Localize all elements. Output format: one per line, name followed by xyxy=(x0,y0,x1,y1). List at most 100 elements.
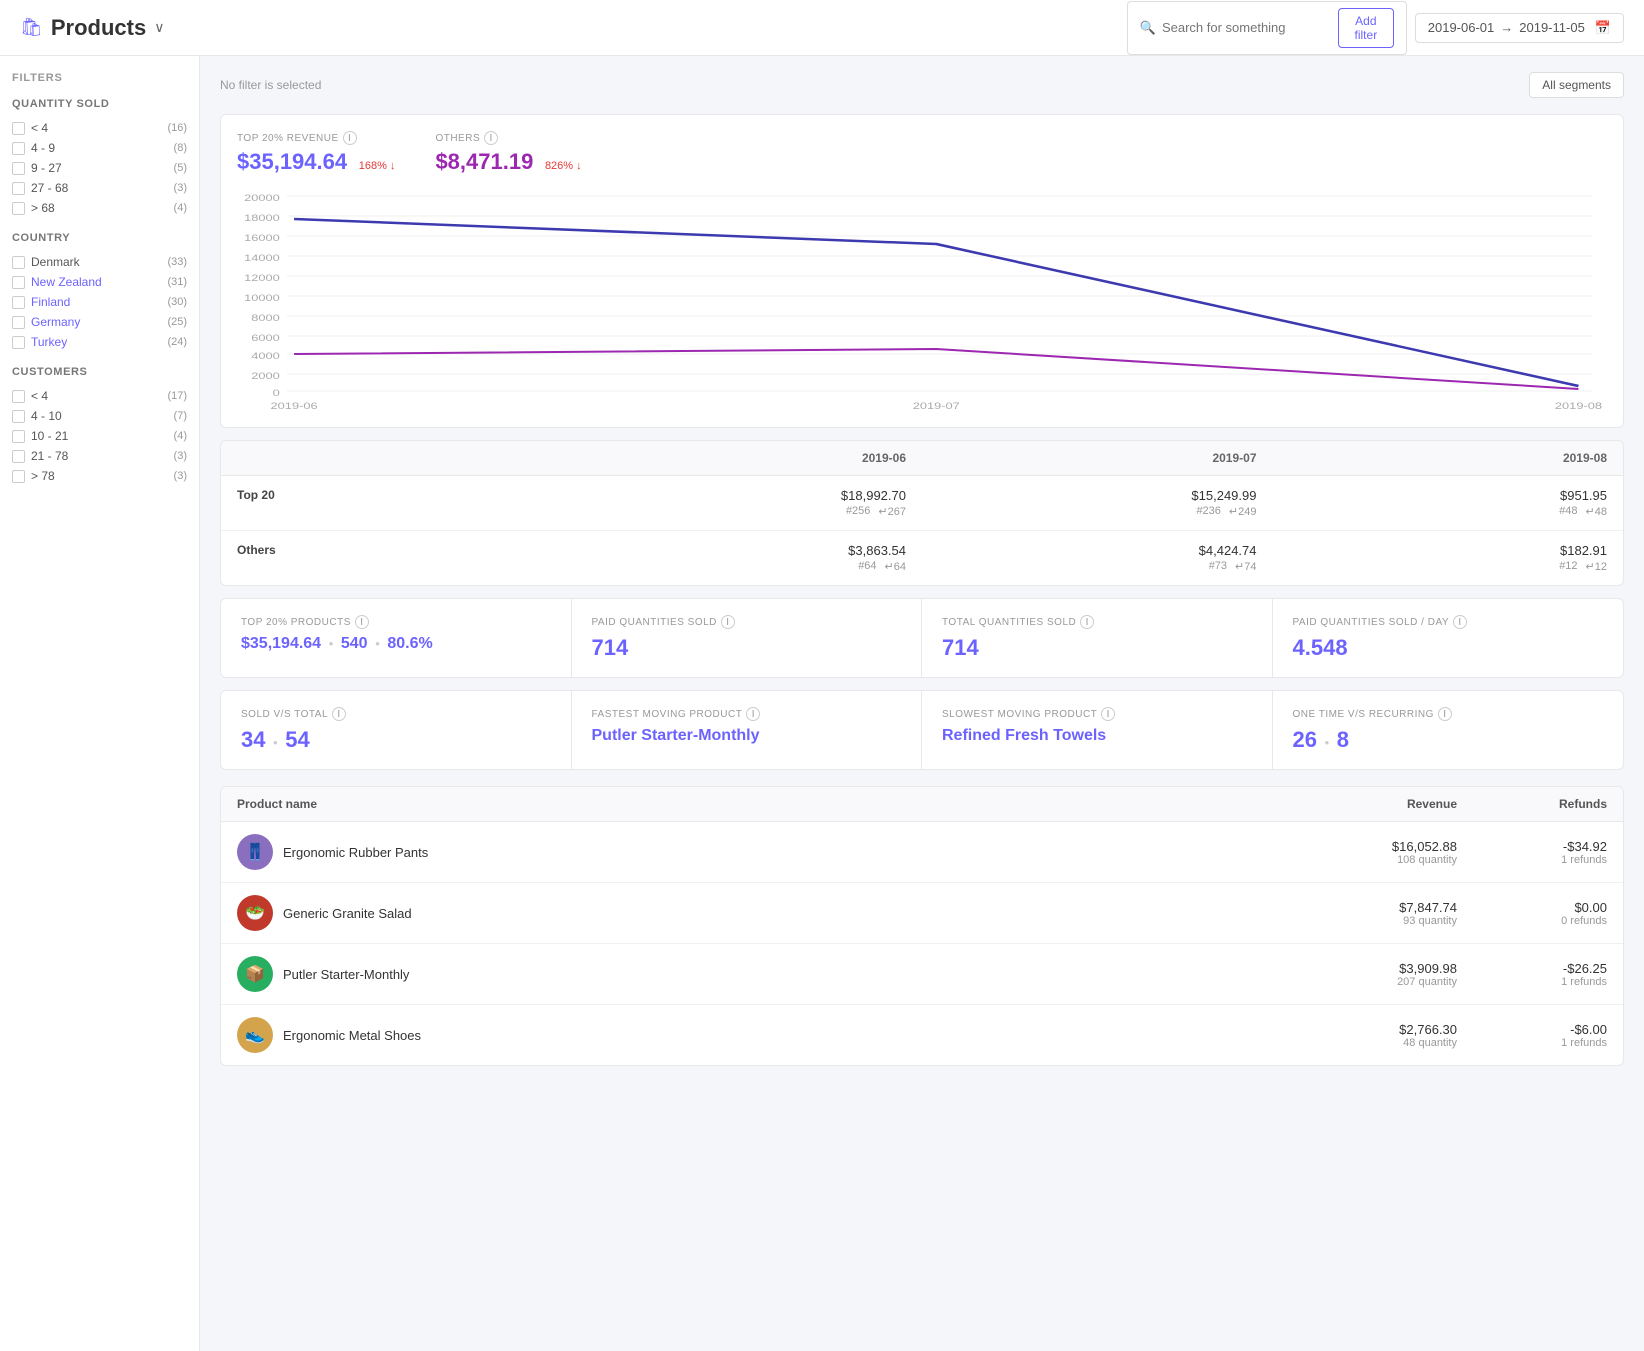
list-item[interactable]: Denmark (33) xyxy=(12,252,187,272)
list-item[interactable]: 9 - 27 (5) xyxy=(12,158,187,178)
svg-text:6000: 6000 xyxy=(251,334,280,344)
td-c3: $182.91 #12 ↵12 xyxy=(1273,531,1624,585)
filter-item-left: 4 - 10 xyxy=(12,409,62,423)
sold-vs-total-info[interactable]: i xyxy=(332,707,346,721)
stat-total-qty: TOTAL QUANTITIES SOLD i 714 xyxy=(922,599,1273,677)
list-item[interactable]: Finland (30) xyxy=(12,292,187,312)
filter-checkbox[interactable] xyxy=(12,316,25,329)
slowest-info[interactable]: i xyxy=(1101,707,1115,721)
list-item[interactable]: 21 - 78 (3) xyxy=(12,446,187,466)
filter-label: 27 - 68 xyxy=(31,181,68,195)
sold-vs-total-value1: 34 xyxy=(241,727,265,752)
td-c3-sub: #48 ↵48 xyxy=(1289,505,1608,518)
list-item[interactable]: > 68 (4) xyxy=(12,198,187,218)
filter-checkbox[interactable] xyxy=(12,296,25,309)
revenue-qty: 207 quantity xyxy=(1257,976,1457,988)
list-item[interactable]: 27 - 68 (3) xyxy=(12,178,187,198)
table-row: Others $3,863.54 #64 ↵64 $4,424.74 #73 ↵… xyxy=(221,531,1623,585)
top20-products-info[interactable]: i xyxy=(355,615,369,629)
list-item[interactable]: < 4 (16) xyxy=(12,118,187,138)
chevron-down-icon[interactable]: ∨ xyxy=(154,19,164,36)
refund-value: -$34.92 xyxy=(1457,839,1607,854)
chart-svg: 20000 18000 16000 14000 12000 10000 8000… xyxy=(237,191,1607,411)
others-label: OTHERS xyxy=(435,133,480,144)
filter-checkbox[interactable] xyxy=(12,450,25,463)
filter-checkbox[interactable] xyxy=(12,202,25,215)
filter-count: (7) xyxy=(174,410,187,422)
td-c1: $3,863.54 #64 ↵64 xyxy=(572,531,923,585)
filter-checkbox[interactable] xyxy=(12,410,25,423)
filter-checkbox[interactable] xyxy=(12,430,25,443)
date-end: 2019-11-05 xyxy=(1519,20,1585,35)
filter-checkbox[interactable] xyxy=(12,182,25,195)
product-info: 👟 Ergonomic Metal Shoes xyxy=(237,1017,1257,1053)
others-info-icon[interactable]: i xyxy=(484,131,498,145)
add-filter-button[interactable]: Add filter xyxy=(1338,8,1394,48)
total-qty-info[interactable]: i xyxy=(1080,615,1094,629)
th-col1: 2019-06 xyxy=(572,441,923,475)
list-item[interactable]: 4 - 9 (8) xyxy=(12,138,187,158)
list-item[interactable]: > 78 (3) xyxy=(12,466,187,486)
search-box[interactable]: 🔍 Add filter xyxy=(1127,1,1407,55)
product-refunds: -$6.00 1 refunds xyxy=(1457,1022,1607,1049)
filter-checkbox[interactable] xyxy=(12,142,25,155)
filter-checkbox[interactable] xyxy=(12,470,25,483)
revenue-value: $7,847.74 xyxy=(1257,900,1457,915)
one-time-info[interactable]: i xyxy=(1438,707,1452,721)
product-revenue: $2,766.30 48 quantity xyxy=(1257,1022,1457,1049)
revenue-qty: 108 quantity xyxy=(1257,854,1457,866)
top20-products-value1: $35,194.64 xyxy=(241,635,321,652)
fastest-product-value: Putler Starter-Monthly xyxy=(592,727,902,745)
filter-checkbox[interactable] xyxy=(12,256,25,269)
others-badge: 826% ↓ xyxy=(545,160,582,172)
date-range-picker[interactable]: 2019-06-01 → 2019-11-05 📅 xyxy=(1415,13,1624,43)
filter-count: (17) xyxy=(167,390,187,402)
filter-checkbox[interactable] xyxy=(12,162,25,175)
filter-checkbox[interactable] xyxy=(12,276,25,289)
sold-vs-dot: • xyxy=(273,735,281,750)
product-refunds: $0.00 0 refunds xyxy=(1457,900,1607,927)
paid-qty-info[interactable]: i xyxy=(721,615,735,629)
filter-item-left: < 4 xyxy=(12,121,48,135)
filter-item-left: > 68 xyxy=(12,201,55,215)
filter-checkbox[interactable] xyxy=(12,122,25,135)
top20-info-icon[interactable]: i xyxy=(343,131,357,145)
list-item[interactable]: < 4 (17) xyxy=(12,386,187,406)
filter-label: Germany xyxy=(31,315,80,329)
refunds-icon: ↵12 xyxy=(1586,560,1607,573)
td-c2-sub: #236 ↵249 xyxy=(938,505,1257,518)
fastest-info[interactable]: i xyxy=(746,707,760,721)
refund-count: 1 refunds xyxy=(1457,854,1607,866)
list-item[interactable]: 10 - 21 (4) xyxy=(12,426,187,446)
filter-item-left: 4 - 9 xyxy=(12,141,55,155)
filter-label: Finland xyxy=(31,295,70,309)
filter-item-left: Germany xyxy=(12,315,80,329)
orders-icon: #64 xyxy=(858,560,876,573)
td-row-label: Top 20 xyxy=(221,476,572,530)
filter-checkbox[interactable] xyxy=(12,390,25,403)
stat-paid-qty: PAID QUANTITIES SOLD i 714 xyxy=(572,599,923,677)
comparison-table-header: 2019-06 2019-07 2019-08 xyxy=(221,441,1623,476)
one-time-value2: 8 xyxy=(1337,727,1349,752)
svg-text:4000: 4000 xyxy=(251,352,280,362)
search-input[interactable] xyxy=(1162,20,1338,35)
slowest-product-value: Refined Fresh Towels xyxy=(942,727,1252,745)
filter-count: (25) xyxy=(167,316,187,328)
all-segments-button[interactable]: All segments xyxy=(1529,72,1624,98)
list-item[interactable]: 4 - 10 (7) xyxy=(12,406,187,426)
refund-value: -$26.25 xyxy=(1457,961,1607,976)
date-start: 2019-06-01 xyxy=(1428,20,1495,35)
paid-per-day-info[interactable]: i xyxy=(1453,615,1467,629)
list-item[interactable]: Turkey (24) xyxy=(12,332,187,352)
refund-value: -$6.00 xyxy=(1457,1022,1607,1037)
list-item[interactable]: New Zealand (31) xyxy=(12,272,187,292)
pth-revenue: Revenue xyxy=(1257,797,1457,811)
filter-label: Denmark xyxy=(31,255,80,269)
list-item[interactable]: Germany (25) xyxy=(12,312,187,332)
orders-icon: #73 xyxy=(1209,560,1227,573)
product-info: 🥗 Generic Granite Salad xyxy=(237,895,1257,931)
td-c2: $15,249.99 #236 ↵249 xyxy=(922,476,1273,530)
filter-item-left: < 4 xyxy=(12,389,48,403)
filter-label: < 4 xyxy=(31,121,48,135)
filter-checkbox[interactable] xyxy=(12,336,25,349)
